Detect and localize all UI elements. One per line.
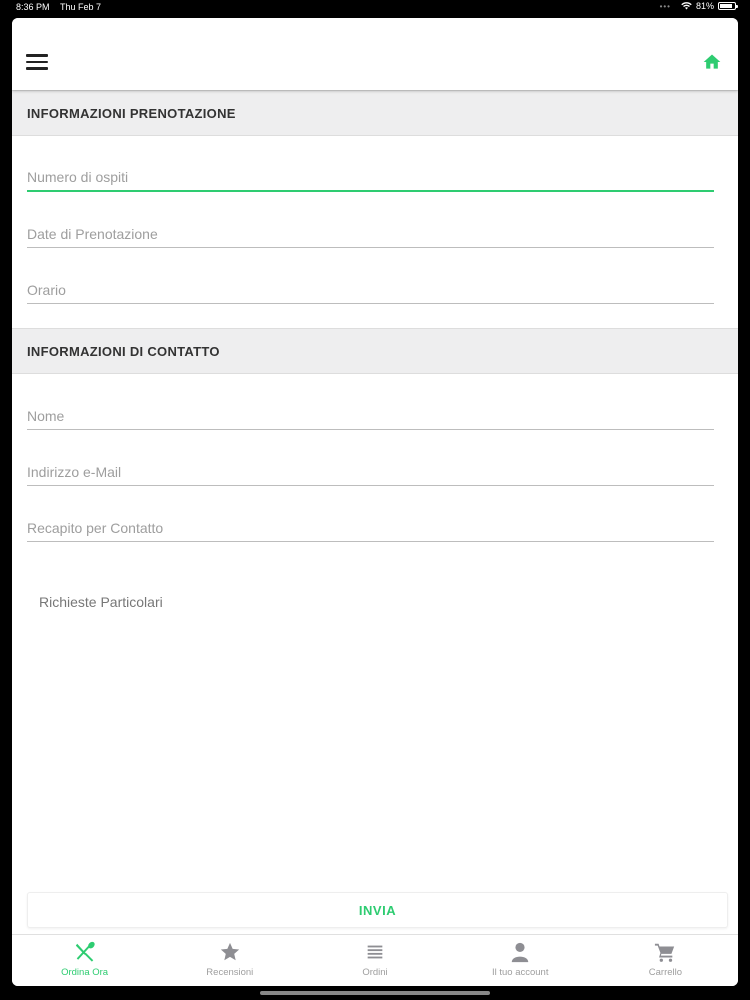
reservation-date-input[interactable] <box>27 220 714 248</box>
tab-label: Recensioni <box>206 967 254 978</box>
person-icon <box>511 942 529 963</box>
cart-icon <box>655 943 675 962</box>
list-icon <box>367 945 383 959</box>
tab-account[interactable]: Il tuo account <box>448 935 593 986</box>
home-indicator[interactable] <box>260 991 490 995</box>
app-bar <box>12 18 738 90</box>
email-field-wrap <box>27 430 714 486</box>
submit-button[interactable]: INVIA <box>27 892 728 928</box>
name-input[interactable] <box>27 402 714 430</box>
reservation-time-input[interactable] <box>27 276 714 304</box>
reservation-section-header: INFORMAZIONI PRENOTAZIONE <box>12 90 738 136</box>
contact-fields <box>12 374 738 566</box>
menu-icon[interactable] <box>26 54 48 70</box>
star-icon <box>220 942 239 961</box>
reservation-fields <box>12 136 738 328</box>
phone-field-wrap <box>27 486 714 542</box>
requests-field-wrap <box>36 594 714 914</box>
tab-label: Ordini <box>362 967 388 978</box>
app-screen: INFORMAZIONI PRENOTAZIONE INFORMAZIONI D… <box>12 18 738 986</box>
utensils-icon <box>75 941 95 962</box>
wifi-icon <box>681 2 692 10</box>
bottom-tab-bar: Ordina Ora Recensioni Ordini Il tuo acco… <box>12 934 738 986</box>
tab-ordina-ora[interactable]: Ordina Ora <box>12 935 157 986</box>
email-input[interactable] <box>27 458 714 486</box>
name-field-wrap <box>27 374 714 430</box>
tab-ordini[interactable]: Ordini <box>302 935 447 986</box>
guests-input[interactable] <box>27 164 714 192</box>
tab-label: Carrello <box>648 967 683 978</box>
date-field-wrap <box>27 192 714 248</box>
tab-recensioni[interactable]: Recensioni <box>157 935 302 986</box>
status-bar: 8:36 PM Thu Feb 7 ••• 81% <box>0 0 750 14</box>
phone-input[interactable] <box>27 514 714 542</box>
home-icon[interactable] <box>702 52 722 72</box>
multitask-dots-icon: ••• <box>659 1 671 11</box>
battery-percent: 81% <box>695 1 714 11</box>
time-field-wrap <box>27 248 714 304</box>
guests-field-wrap <box>27 136 714 192</box>
status-right: ••• 81% <box>659 1 738 11</box>
battery-icon <box>718 2 738 10</box>
tab-carrello[interactable]: Carrello <box>593 935 738 986</box>
contact-section-header: INFORMAZIONI DI CONTATTO <box>12 328 738 374</box>
special-requests-textarea[interactable] <box>36 594 714 914</box>
tab-label: Il tuo account <box>491 967 549 978</box>
status-time: 8:36 PM <box>16 2 50 12</box>
status-date: Thu Feb 7 <box>60 2 102 12</box>
tab-label: Ordina Ora <box>61 967 109 978</box>
